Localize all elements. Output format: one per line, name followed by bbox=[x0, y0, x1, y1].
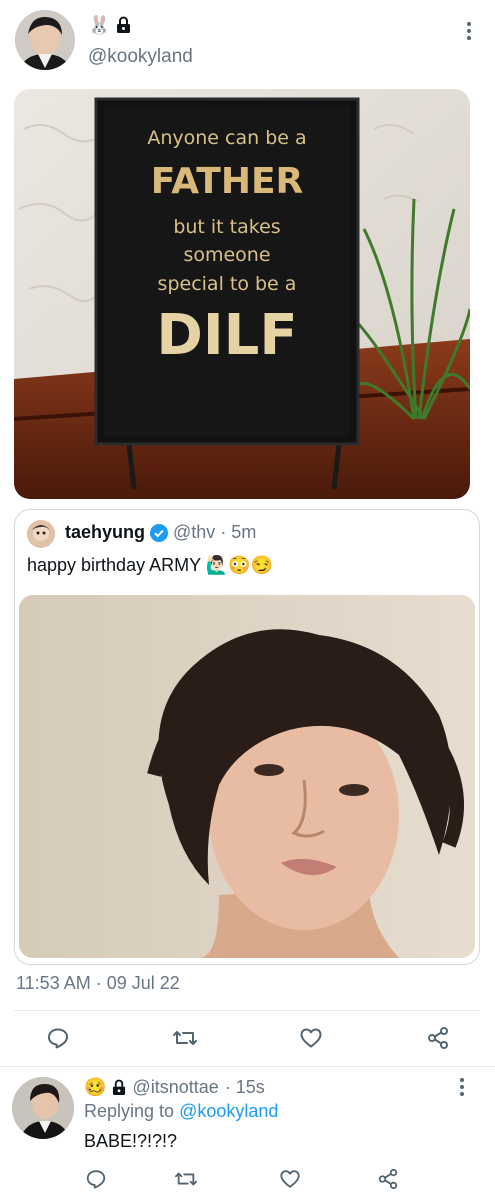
tweet-timestamp[interactable]: 11:53 AM · 09 Jul 22 bbox=[16, 973, 180, 994]
sign-line-1: Anyone can be a bbox=[147, 127, 307, 149]
reply-author-avatar[interactable] bbox=[12, 1077, 74, 1139]
reply-icon bbox=[86, 1170, 106, 1189]
more-options-icon[interactable] bbox=[464, 22, 474, 40]
share-button[interactable] bbox=[422, 1022, 454, 1054]
reply-retweet-button[interactable] bbox=[170, 1163, 202, 1195]
quoted-display-name: taehyung bbox=[65, 522, 146, 542]
sign-text: Anyone can be a FATHER but it takes some… bbox=[104, 125, 350, 373]
actions-divider bbox=[0, 1066, 495, 1067]
retweet-button[interactable] bbox=[169, 1022, 201, 1054]
avatar-photo bbox=[15, 10, 75, 70]
quoted-time: · 5m bbox=[220, 522, 257, 542]
reply-share-button[interactable] bbox=[372, 1163, 404, 1195]
retweet-icon bbox=[175, 1172, 197, 1186]
sign-line-6: DILF bbox=[156, 303, 298, 368]
sign-line-4: someone bbox=[183, 244, 271, 266]
selfie-photo bbox=[19, 595, 475, 958]
reply-handle[interactable]: @itsnottae bbox=[132, 1077, 218, 1098]
quoted-tweet-card[interactable]: taehyung @thv · 5m happy birthday ARMY 🙋… bbox=[14, 509, 480, 965]
quoted-media-image[interactable] bbox=[19, 595, 475, 958]
author-avatar[interactable] bbox=[15, 10, 75, 70]
sign-line-2: FATHER bbox=[150, 161, 304, 202]
reply-reply-button[interactable] bbox=[80, 1163, 112, 1195]
reply-button[interactable] bbox=[42, 1022, 74, 1054]
quoted-tweet-text: happy birthday ARMY 🙋🏻‍♂️😳😏 bbox=[27, 555, 274, 575]
reply-more-options-icon[interactable] bbox=[457, 1078, 467, 1096]
heart-icon bbox=[300, 1028, 322, 1048]
quoted-header: taehyung @thv · 5m bbox=[65, 522, 256, 543]
tweet-detail-page: 🐰 @kookyland Anyone can be a FATHER but … bbox=[0, 0, 495, 1200]
replying-to-line: Replying to @kookyland bbox=[84, 1101, 278, 1122]
quoted-handle: @thv bbox=[173, 522, 216, 542]
reply-protected-lock-icon bbox=[112, 1079, 126, 1096]
author-handle[interactable]: @kookyland bbox=[88, 46, 193, 68]
verified-badge-icon bbox=[150, 523, 169, 542]
reply-emoji: 🥴 bbox=[84, 1076, 107, 1097]
tweet-media-image[interactable]: Anyone can be a FATHER but it takes some… bbox=[14, 89, 470, 499]
bunny-emoji: 🐰 bbox=[88, 15, 111, 35]
reply-text: BABE!?!?!? bbox=[84, 1131, 178, 1151]
quoted-author-avatar bbox=[27, 520, 55, 548]
sign-line-3: but it takes bbox=[173, 216, 281, 238]
retweet-icon bbox=[173, 1031, 197, 1045]
reply-like-button[interactable] bbox=[274, 1163, 306, 1195]
reply-header: 🥴 @itsnottae · 15s bbox=[84, 1076, 265, 1098]
replying-to-handle[interactable]: @kookyland bbox=[179, 1101, 278, 1121]
replying-to-label: Replying to bbox=[84, 1101, 175, 1121]
share-icon bbox=[428, 1027, 448, 1049]
reply-icon bbox=[48, 1028, 68, 1049]
heart-icon bbox=[280, 1170, 300, 1188]
protected-lock-icon bbox=[116, 16, 131, 34]
like-button[interactable] bbox=[295, 1022, 327, 1054]
timestamp-divider bbox=[14, 1010, 480, 1011]
sign-line-5: special to be a bbox=[157, 273, 297, 295]
author-name-row: 🐰 bbox=[88, 14, 131, 36]
share-icon bbox=[378, 1168, 398, 1190]
reply-time: · 15s bbox=[224, 1076, 265, 1097]
